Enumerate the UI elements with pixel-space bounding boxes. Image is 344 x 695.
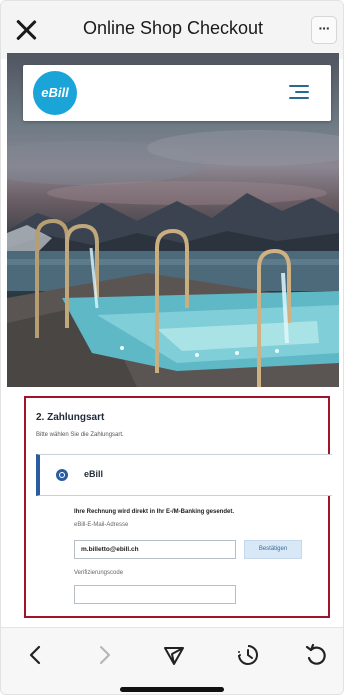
chevron-right-icon[interactable] [89, 640, 119, 670]
verification-code-field[interactable] [74, 585, 236, 604]
payment-option-ebill[interactable]: eBill [36, 454, 332, 496]
reload-icon[interactable] [301, 640, 331, 670]
ebill-logo[interactable]: eBill [33, 71, 77, 115]
page-title: Online Shop Checkout [82, 18, 264, 38]
history-icon[interactable] [233, 640, 263, 670]
email-field[interactable] [74, 540, 236, 559]
hamburger-menu-icon[interactable] [289, 85, 309, 99]
radio-selected-icon[interactable] [56, 469, 68, 481]
close-icon[interactable] [13, 17, 39, 43]
more-options-button[interactable]: ··· [311, 16, 337, 44]
ebill-info-text: Ihre Rechnung wird direkt in Ihr E-/M-Ba… [74, 509, 235, 515]
top-bar: Online Shop Checkout ··· [1, 1, 343, 59]
home-indicator[interactable] [120, 687, 224, 692]
payment-section: 2. Zahlungsart Bitte wählen Sie die Zahl… [24, 396, 332, 618]
verification-code-label: Verifizierungscode [74, 570, 124, 576]
share-icon[interactable] [159, 640, 189, 670]
chevron-left-icon[interactable] [21, 640, 51, 670]
confirm-button[interactable]: Bestätigen [244, 540, 302, 559]
site-header: eBill [23, 65, 331, 121]
email-label: eBill-E-Mail-Adresse [74, 522, 129, 528]
section-subtitle: Bitte wählen Sie die Zahlungsart. [36, 432, 124, 438]
phone-screen: Online Shop Checkout ··· eBill 2. Zahlun… [0, 0, 344, 695]
payment-option-label: eBill [84, 469, 104, 479]
bottom-toolbar [1, 627, 343, 694]
section-title: 2. Zahlungsart [36, 412, 105, 423]
